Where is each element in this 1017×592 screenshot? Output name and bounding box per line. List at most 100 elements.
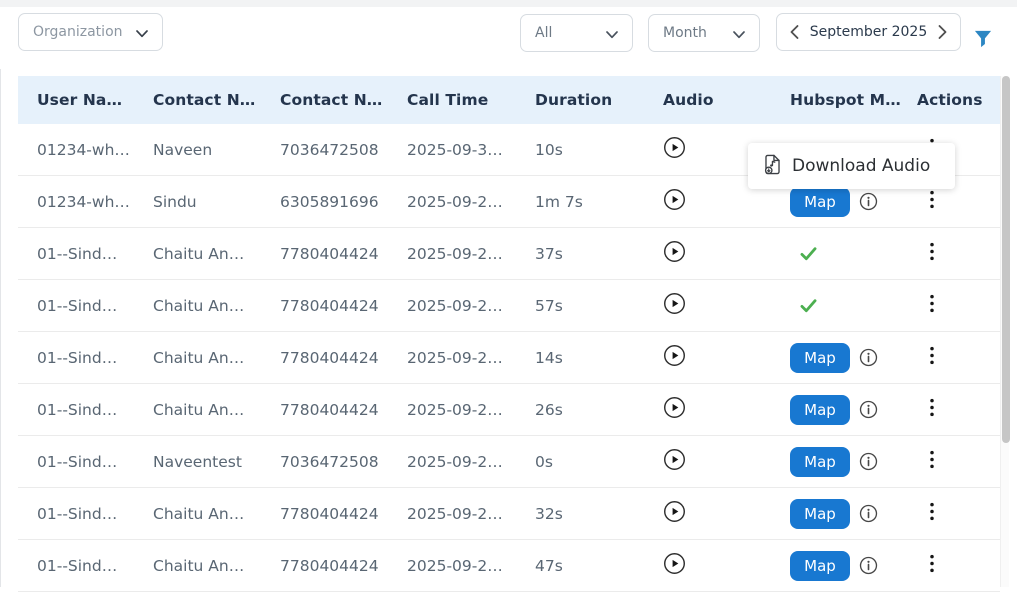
cell-audio [663,188,790,215]
cell-contact-number: 7036472508 [280,141,407,159]
hubspot-mapped-check-icon [790,295,819,316]
col-header-user-name: User Na… [37,91,153,109]
all-filter-select[interactable]: All [520,14,633,52]
cell-audio [663,240,790,267]
table-row: 01--Sind… Chaitu An… 7780404424 2025-09-… [18,332,1000,384]
cell-actions [917,554,1000,577]
row-actions-menu-icon[interactable] [929,346,935,365]
cell-actions [917,398,1000,421]
cell-call-time: 2025-09-2… [407,297,535,315]
cell-user-name: 01--Sind… [37,245,153,263]
info-icon[interactable] [859,452,878,471]
cell-contact-name: Chaitu An… [153,401,280,419]
vertical-scrollbar-thumb[interactable] [1002,76,1010,443]
hubspot-cell: Map [790,499,917,529]
row-actions-menu-icon[interactable] [929,242,935,261]
vertical-scrollbar-track[interactable] [1000,76,1009,587]
cell-audio [663,344,790,371]
cell-call-time: 2025-09-2… [407,505,535,523]
cell-call-time: 2025-09-2… [407,453,535,471]
cell-call-time: 2025-09-2… [407,245,535,263]
cell-user-name: 01234-wh… [37,141,153,159]
play-audio-button[interactable] [663,292,686,315]
cell-user-name: 01--Sind… [37,297,153,315]
play-audio-button[interactable] [663,396,686,419]
month-filter-select[interactable]: Month [648,14,760,52]
cell-duration: 37s [535,245,663,263]
col-header-actions: Actions [917,91,1000,109]
cell-actions [917,242,1000,265]
col-header-contact-name: Contact N… [153,91,280,109]
row-actions-menu-icon[interactable] [929,502,935,521]
info-icon[interactable] [859,556,878,575]
play-audio-button[interactable] [663,188,686,211]
play-audio-button[interactable] [663,448,686,471]
play-audio-button[interactable] [663,344,686,367]
info-icon[interactable] [859,504,878,523]
cell-call-time: 2025-09-2… [407,349,535,367]
row-actions-menu-icon[interactable] [929,450,935,469]
cell-duration: 32s [535,505,663,523]
top-strip [0,0,1017,7]
map-button[interactable]: Map [790,551,850,581]
row-actions-menu-icon[interactable] [929,398,935,417]
hubspot-mapped-check-icon [790,243,819,264]
info-icon[interactable] [859,400,878,419]
audio-file-download-icon [761,153,784,180]
map-button[interactable]: Map [790,447,850,477]
cell-call-time: 2025-09-3… [407,141,535,159]
play-audio-button[interactable] [663,500,686,523]
row-actions-menu-icon[interactable] [929,294,935,313]
cell-actions [917,294,1000,317]
hubspot-cell: Map [790,295,917,316]
hubspot-cell: Map [790,551,917,581]
cell-contact-name: Naveen [153,141,280,159]
info-icon[interactable] [859,192,878,211]
hubspot-cell: Map [790,343,917,373]
cell-contact-number: 7780404424 [280,297,407,315]
all-filter-value: All [535,25,552,41]
chevron-down-icon [606,24,618,43]
chevron-down-icon [136,23,148,42]
row-actions-menu-icon[interactable] [929,554,935,573]
cell-audio [663,396,790,423]
date-navigator: September 2025 [776,13,961,51]
prev-month-button[interactable] [790,25,799,39]
cell-contact-number: 6305891696 [280,193,407,211]
cell-contact-name: Chaitu An… [153,245,280,263]
col-header-duration: Duration [535,91,663,109]
table-row: 01--Sind… Chaitu An… 7780404424 2025-09-… [18,228,1000,280]
cell-duration: 0s [535,453,663,471]
hubspot-cell: Map [790,187,917,217]
play-audio-button[interactable] [663,136,686,159]
map-button[interactable]: Map [790,499,850,529]
filter-funnel-icon[interactable] [972,28,994,50]
hubspot-cell: Map [790,395,917,425]
row-actions-menu-icon[interactable] [929,190,935,209]
cell-duration: 26s [535,401,663,419]
toolbar: Organization All Month September 2025 [0,7,1017,69]
cell-user-name: 01234-wh… [37,193,153,211]
next-month-button[interactable] [938,25,947,39]
cell-contact-name: Sindu [153,193,280,211]
cell-audio [663,292,790,319]
play-audio-button[interactable] [663,552,686,575]
cell-call-time: 2025-09-2… [407,193,535,211]
info-icon[interactable] [859,348,878,367]
organization-select[interactable]: Organization [18,13,163,51]
table-row: 01--Sind… Chaitu An… 7780404424 2025-09-… [18,384,1000,436]
content-left-border [0,57,1,587]
col-header-contact-number: Contact N… [280,91,407,109]
month-filter-value: Month [663,25,707,41]
cell-user-name: 01--Sind… [37,505,153,523]
cell-contact-name: Chaitu An… [153,297,280,315]
cell-contact-number: 7780404424 [280,505,407,523]
download-audio-menu-item[interactable]: Download Audio [748,143,955,189]
play-audio-button[interactable] [663,240,686,263]
cell-actions [917,346,1000,369]
cell-contact-number: 7036472508 [280,453,407,471]
map-button[interactable]: Map [790,395,850,425]
map-button[interactable]: Map [790,343,850,373]
map-button[interactable]: Map [790,187,850,217]
cell-audio [663,500,790,527]
